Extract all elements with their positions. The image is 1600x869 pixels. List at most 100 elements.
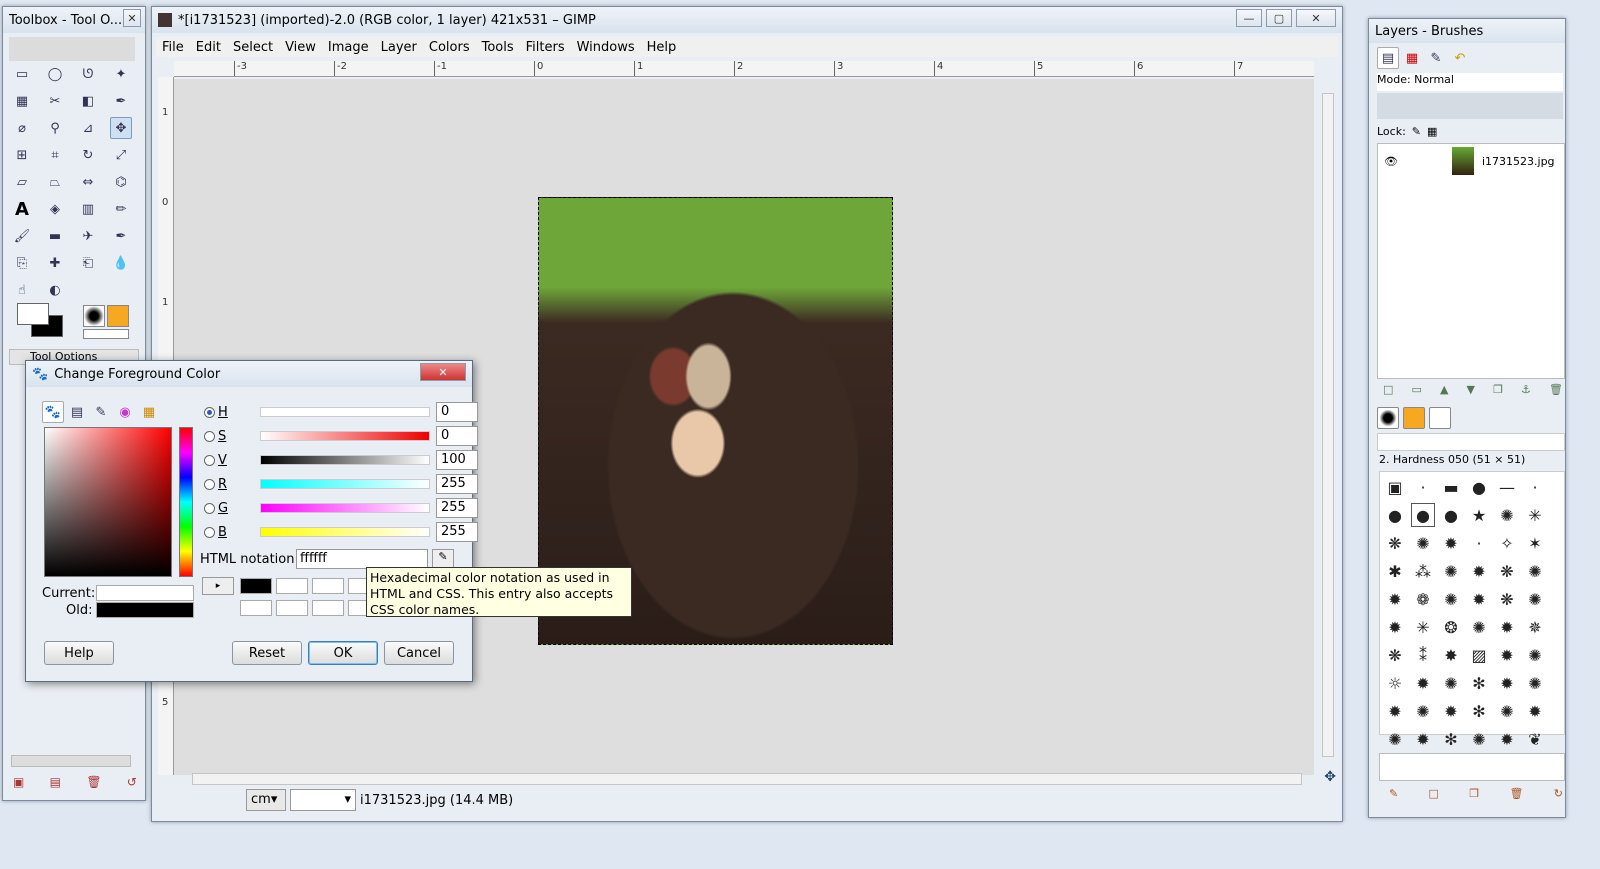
paintbrush-tool-icon[interactable]: 🖌 [11,225,33,247]
brush-item[interactable]: ★ [1467,503,1491,527]
menu-file[interactable]: File [156,40,190,55]
unit-select[interactable]: cm▾ [246,789,286,811]
brush-item[interactable]: ✺ [1495,503,1519,527]
brush-item[interactable]: ✳ [1411,615,1435,639]
history-swatch[interactable] [240,600,272,616]
brush-item[interactable]: ✺ [1495,699,1519,723]
free-select-tool-icon[interactable]: ᘎ [77,63,99,85]
brush-item[interactable]: ✻ [1467,671,1491,695]
channel-radio[interactable] [204,478,215,490]
foreground-select-tool-icon[interactable]: ◧ [77,90,99,112]
menu-layer[interactable]: Layer [375,40,423,55]
help-button[interactable]: Help [44,641,114,665]
align-tool-icon[interactable]: ⊞ [11,144,33,166]
brush-item[interactable]: ● [1411,503,1435,527]
image-titlebar[interactable]: *[i1731523] (imported)-2.0 (RGB color, 1… [152,7,1342,33]
channel-spinbox[interactable]: 0 [436,402,478,422]
brush-item[interactable]: ✹ [1383,587,1407,611]
scissors-tool-icon[interactable]: ✂ [44,90,66,112]
channel-radio[interactable] [204,430,215,442]
brush-spacing[interactable] [1379,753,1565,781]
history-swatch[interactable] [312,578,344,594]
brush-item[interactable]: ✺ [1523,643,1547,667]
channel-radio[interactable] [204,526,215,538]
brush-item[interactable]: ✺ [1439,587,1463,611]
delete-layer-icon[interactable]: 🗑 [1549,383,1563,396]
menu-select[interactable]: Select [227,40,279,55]
brush-item[interactable]: ✺ [1523,559,1547,583]
rotate-tool-icon[interactable]: ↻ [77,144,99,166]
menu-edit[interactable]: Edit [190,40,227,55]
save-options-icon[interactable]: ▣ [13,775,24,789]
edit-brush-icon[interactable]: ✎ [1389,787,1398,800]
toolbox-scrollbar[interactable] [11,755,131,767]
pencil-tool-icon[interactable]: ✏ [110,198,132,220]
horizontal-ruler[interactable]: -3 -2 -1 0 1 2 3 4 5 6 7 [174,61,1314,77]
brush-item[interactable]: ✺ [1467,615,1491,639]
toolbox-titlebar[interactable]: Toolbox - Tool O... ✕ [3,7,145,33]
zoom-select[interactable]: ▾ [290,789,356,811]
channel-slider[interactable] [260,527,430,537]
layers-titlebar[interactable]: Layers - Brushes [1369,19,1565,43]
channel-radio[interactable] [204,406,215,418]
channel-slider[interactable] [260,455,430,465]
new-brush-icon[interactable]: □ [1429,787,1439,800]
brush-item[interactable]: ❦ [1523,727,1547,751]
pattern-preview[interactable] [83,329,129,339]
channel-slider[interactable] [260,479,430,489]
brush-item[interactable]: ✹ [1495,615,1519,639]
palette-tab-icon[interactable]: ▦ [138,401,160,423]
brush-item[interactable]: ✹ [1523,699,1547,723]
lock-pixels-icon[interactable]: ✎ [1412,125,1421,138]
brush-item[interactable]: ✺ [1523,587,1547,611]
saturation-value-picker[interactable] [44,427,172,577]
color-picker-icon[interactable]: ✎ [432,549,454,569]
blur-tool-icon[interactable]: 💧 [110,252,132,274]
ellipse-select-tool-icon[interactable]: ◯ [44,63,66,85]
channel-slider[interactable] [260,431,430,441]
brush-item[interactable]: ✺ [1523,671,1547,695]
brush-item[interactable]: ✹ [1439,531,1463,555]
reset-button[interactable]: Reset [232,641,302,665]
layer-row[interactable]: 👁 i1731523.jpg [1378,144,1564,178]
channel-spinbox[interactable]: 100 [436,450,478,470]
opacity-slider[interactable] [1377,93,1563,119]
brush-item[interactable]: ❁ [1411,587,1435,611]
crop-tool-icon[interactable]: ⌗ [44,144,66,166]
rect-select-tool-icon[interactable]: ▭ [11,63,33,85]
gimp-selector-tab-icon[interactable]: 🐾 [42,401,64,423]
brush-item[interactable]: ▣ [1383,475,1407,499]
maximize-icon[interactable]: ▢ [1266,9,1292,27]
history-swatch[interactable] [240,578,272,594]
brush-item[interactable]: ✶ [1523,531,1547,555]
brush-item[interactable]: ✺ [1467,727,1491,751]
lower-layer-icon[interactable]: ▼ [1467,383,1475,396]
anchor-icon[interactable]: ⚓ [1521,383,1531,396]
blend-tool-icon[interactable]: ▥ [77,198,99,220]
brush-item[interactable]: ✺ [1411,531,1435,555]
restore-options-icon[interactable]: ▤ [50,775,61,789]
cmyk-tab-icon[interactable]: ▤ [66,401,88,423]
brush-item[interactable]: · [1411,475,1435,499]
zoom-tool-icon[interactable]: ⚲ [44,117,66,139]
close-icon[interactable]: ✕ [123,9,141,27]
watercolor-tab-icon[interactable]: ✎ [90,401,112,423]
ok-button[interactable]: OK [308,641,378,665]
duplicate-brush-icon[interactable]: ❐ [1469,787,1479,800]
refresh-brushes-icon[interactable]: ↻ [1554,787,1563,800]
vertical-scrollbar[interactable] [1322,93,1334,757]
fg-bg-color-area[interactable] [17,303,67,343]
perspective-tool-icon[interactable]: ⏢ [44,171,66,193]
gradient-preview[interactable] [107,305,129,327]
undo-tab-icon[interactable]: ↶ [1449,47,1471,69]
brush-item[interactable]: ✹ [1383,699,1407,723]
wheel-tab-icon[interactable]: ◉ [114,401,136,423]
channel-slider[interactable] [260,407,430,417]
brush-item[interactable]: ✹ [1495,727,1519,751]
measure-tool-icon[interactable]: ⊿ [77,117,99,139]
perspective-clone-tool-icon[interactable]: ⎗ [77,252,99,274]
history-arrow-button[interactable]: ▸ [202,577,234,595]
history-swatch[interactable] [276,578,308,594]
brush-preview[interactable] [83,305,105,327]
brush-item[interactable]: ❋ [1495,559,1519,583]
